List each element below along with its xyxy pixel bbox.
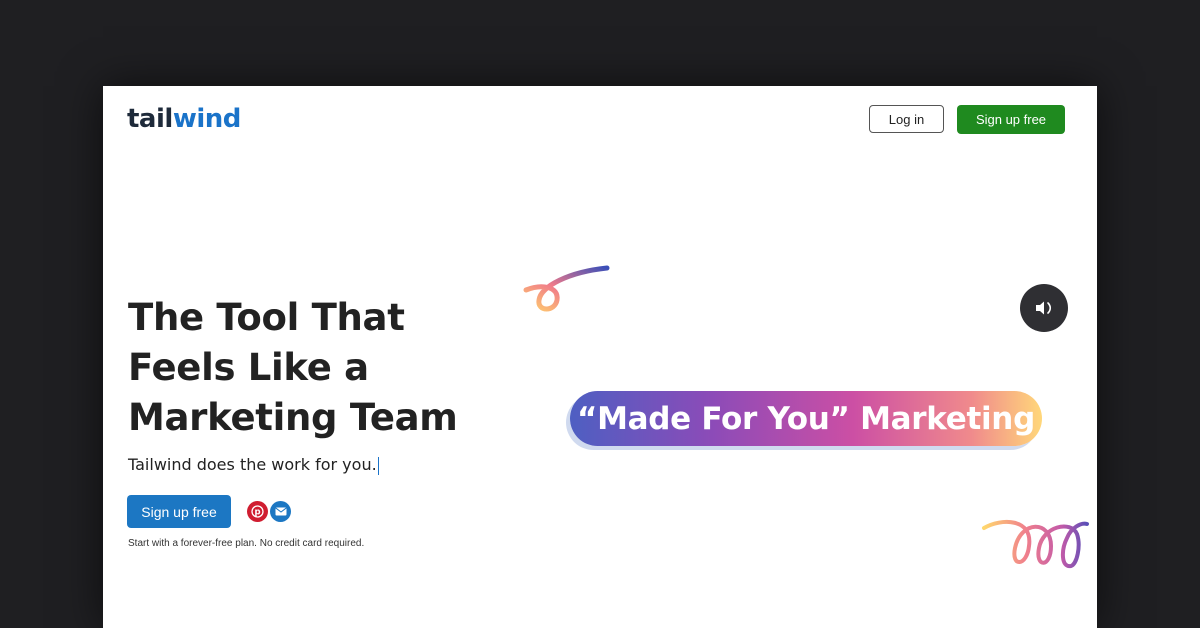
signup-button-hero[interactable]: Sign up free <box>127 495 231 528</box>
speaker-icon <box>1036 301 1052 315</box>
text-caret <box>377 456 379 475</box>
page-frame: tailwind Log in Sign up free The Tool Th… <box>103 86 1097 628</box>
video-banner-text: “Made For You” Marketing <box>577 400 1035 437</box>
decorative-squiggle-bottom <box>982 520 1089 569</box>
video-banner: “Made For You” Marketing <box>570 391 1042 446</box>
signup-button-header[interactable]: Sign up free <box>957 105 1065 134</box>
sound-toggle-button[interactable] <box>1020 284 1068 332</box>
svg-text:p: p <box>254 508 260 518</box>
decorative-squiggle-top <box>523 265 610 312</box>
pinterest-icon[interactable]: p <box>247 501 268 522</box>
hero-disclaimer: Start with a forever-free plan. No credi… <box>128 538 365 549</box>
email-icon[interactable] <box>270 501 291 522</box>
tailwind-logo[interactable]: tailwind <box>127 104 241 134</box>
hero-subheadline: Tailwind does the work for you. <box>128 455 379 475</box>
login-button[interactable]: Log in <box>869 105 944 133</box>
hero-headline: The Tool That Feels Like a Marketing Tea… <box>128 296 458 439</box>
